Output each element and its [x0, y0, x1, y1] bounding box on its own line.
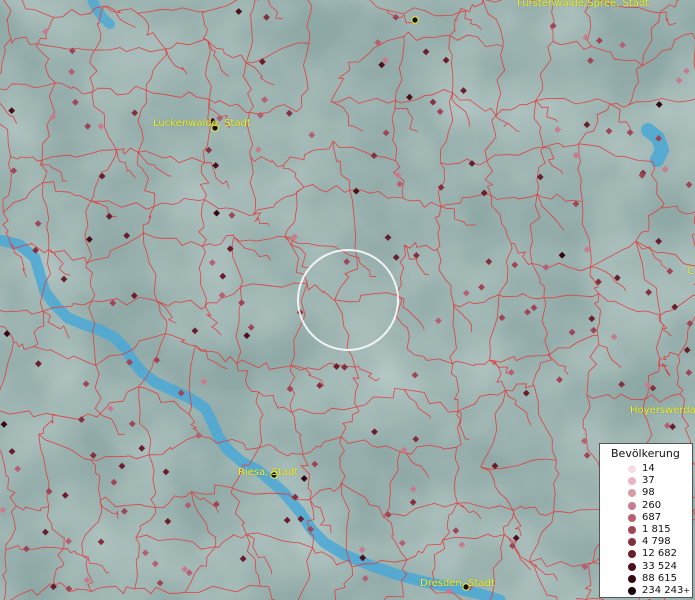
- legend-title: Bevölkerung: [611, 447, 680, 460]
- legend-value: 37: [642, 475, 655, 487]
- legend-label: 4 798: [642, 536, 671, 547]
- legend-swatch: [628, 477, 636, 486]
- legend-item: 98: [600, 487, 692, 498]
- legend-label: 37: [642, 475, 655, 486]
- label-hoyerswerda: Hoyerswerda: [630, 405, 695, 416]
- label-riesa: Riesa, Stadt: [238, 467, 299, 478]
- legend-value: 14: [642, 463, 655, 474]
- legend-label: 98: [642, 487, 655, 498]
- legend-item: 260: [600, 500, 692, 511]
- legend-swatch: [628, 562, 636, 571]
- legend-item: 37: [600, 475, 692, 486]
- legend-item: 234 243+: [600, 585, 692, 596]
- legend-swatch: [628, 587, 636, 595]
- population-legend: Bevölkerung 14 37 98 260 687 1 815 4 798 12 682…: [599, 443, 693, 598]
- legend-label: 12 682: [642, 548, 677, 559]
- label-luckenwalde: Luckenwalde, Stadt: [153, 118, 251, 129]
- legend-swatch: [628, 501, 636, 510]
- legend-swatch: [628, 574, 636, 583]
- legend-plus-mark: +: [683, 586, 691, 595]
- label-dresden: Dresden, Stadt: [420, 578, 495, 589]
- label-fuerstenwalde: Fürstenwalde/Spree, Stadt: [517, 0, 650, 9]
- legend-label: 88 615: [642, 573, 677, 584]
- legend-item: 687: [600, 512, 692, 523]
- legend-value: 88 615: [642, 572, 677, 584]
- legend-value: 4 798: [642, 536, 671, 548]
- legend-value: 33 524: [642, 560, 677, 572]
- legend-value: 260: [642, 499, 662, 511]
- legend-item: 14: [600, 463, 692, 474]
- legend-value: 1 815: [642, 524, 671, 535]
- legend-item: 88 615: [600, 573, 692, 584]
- legend-label: 234 243+: [642, 585, 690, 596]
- label-edge-c: C: [687, 266, 694, 277]
- legend-swatch: [628, 513, 636, 522]
- legend-label: 33 524: [642, 561, 677, 572]
- legend-item: 1 815: [600, 524, 692, 535]
- legend-value: 234 243: [642, 585, 684, 596]
- legend-swatch: [628, 526, 636, 534]
- town-anchor-fuerstenwalde: [411, 16, 419, 24]
- legend-label: 260: [642, 500, 661, 511]
- legend-label: 687: [642, 512, 661, 523]
- legend-value: 687: [642, 511, 662, 523]
- legend-item: 33 524: [600, 561, 692, 572]
- legend-value: 98: [642, 487, 655, 499]
- legend-swatch: [628, 465, 636, 473]
- legend-swatch: [628, 550, 636, 559]
- map-canvas[interactable]: [0, 0, 695, 600]
- legend-item: 12 682: [600, 548, 692, 559]
- legend-item: 4 798: [600, 536, 692, 547]
- legend-label: 1 815: [642, 524, 671, 535]
- legend-swatch: [628, 538, 636, 547]
- legend-swatch: [628, 489, 636, 498]
- map-view[interactable]: Fürstenwalde/Spree, Stadt Luckenwalde, S…: [0, 0, 695, 600]
- legend-value: 12 682: [642, 548, 677, 560]
- legend-label: 14: [642, 463, 655, 474]
